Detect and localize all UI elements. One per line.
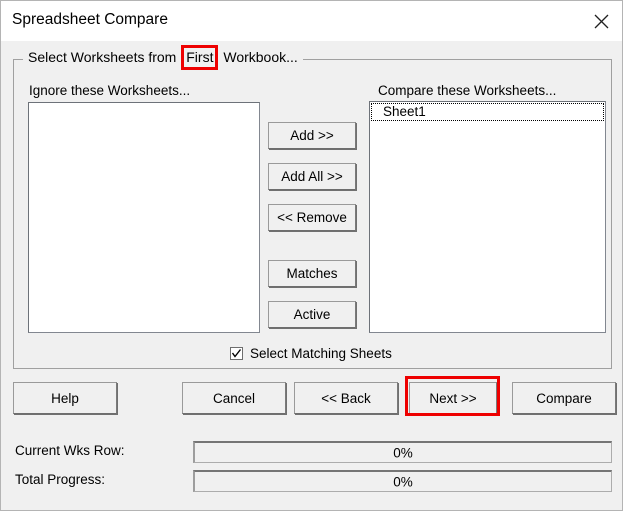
select-matching-sheets-label: Select Matching Sheets bbox=[250, 346, 392, 361]
close-window-button[interactable] bbox=[578, 1, 622, 41]
compare-worksheets-listbox[interactable]: Sheet1 bbox=[369, 101, 606, 333]
remove-button[interactable]: << Remove bbox=[268, 204, 356, 231]
compare-worksheets-label: Compare these Worksheets... bbox=[378, 83, 557, 98]
current-wks-row-progressbar: 0% bbox=[193, 441, 612, 463]
cancel-button[interactable]: Cancel bbox=[182, 382, 286, 414]
total-progress-percent: 0% bbox=[393, 474, 413, 489]
compare-button[interactable]: Compare bbox=[512, 382, 616, 414]
group-legend-prefix: Select Worksheets from bbox=[28, 49, 181, 65]
group-legend-suffix: Workbook... bbox=[219, 49, 298, 65]
spreadsheet-compare-dialog: Spreadsheet Compare Select Worksheets fr… bbox=[0, 0, 623, 511]
group-legend-highlight-first: First bbox=[181, 45, 219, 70]
close-icon bbox=[594, 14, 609, 29]
help-button[interactable]: Help bbox=[13, 382, 117, 414]
list-item[interactable]: Sheet1 bbox=[371, 103, 604, 121]
select-matching-sheets-checkbox[interactable] bbox=[230, 347, 243, 360]
add-button[interactable]: Add >> bbox=[268, 122, 356, 149]
total-progress-label: Total Progress: bbox=[15, 472, 106, 487]
add-all-button[interactable]: Add All >> bbox=[268, 163, 356, 190]
ignore-worksheets-label: Ignore these Worksheets... bbox=[29, 83, 191, 98]
current-wks-row-label: Current Wks Row: bbox=[15, 443, 125, 458]
select-matching-sheets-row[interactable]: Select Matching Sheets bbox=[230, 346, 392, 361]
matches-button[interactable]: Matches bbox=[268, 260, 356, 287]
next-button[interactable]: Next >> bbox=[409, 382, 497, 414]
window-title: Spreadsheet Compare bbox=[12, 11, 168, 28]
group-legend: Select Worksheets from First Workbook... bbox=[23, 45, 303, 70]
total-progress-progressbar: 0% bbox=[193, 470, 612, 492]
current-wks-row-percent: 0% bbox=[393, 445, 413, 460]
ignore-worksheets-listbox[interactable] bbox=[28, 102, 260, 333]
active-button[interactable]: Active bbox=[268, 301, 356, 328]
title-bar: Spreadsheet Compare bbox=[1, 1, 622, 41]
back-button[interactable]: << Back bbox=[294, 382, 398, 414]
